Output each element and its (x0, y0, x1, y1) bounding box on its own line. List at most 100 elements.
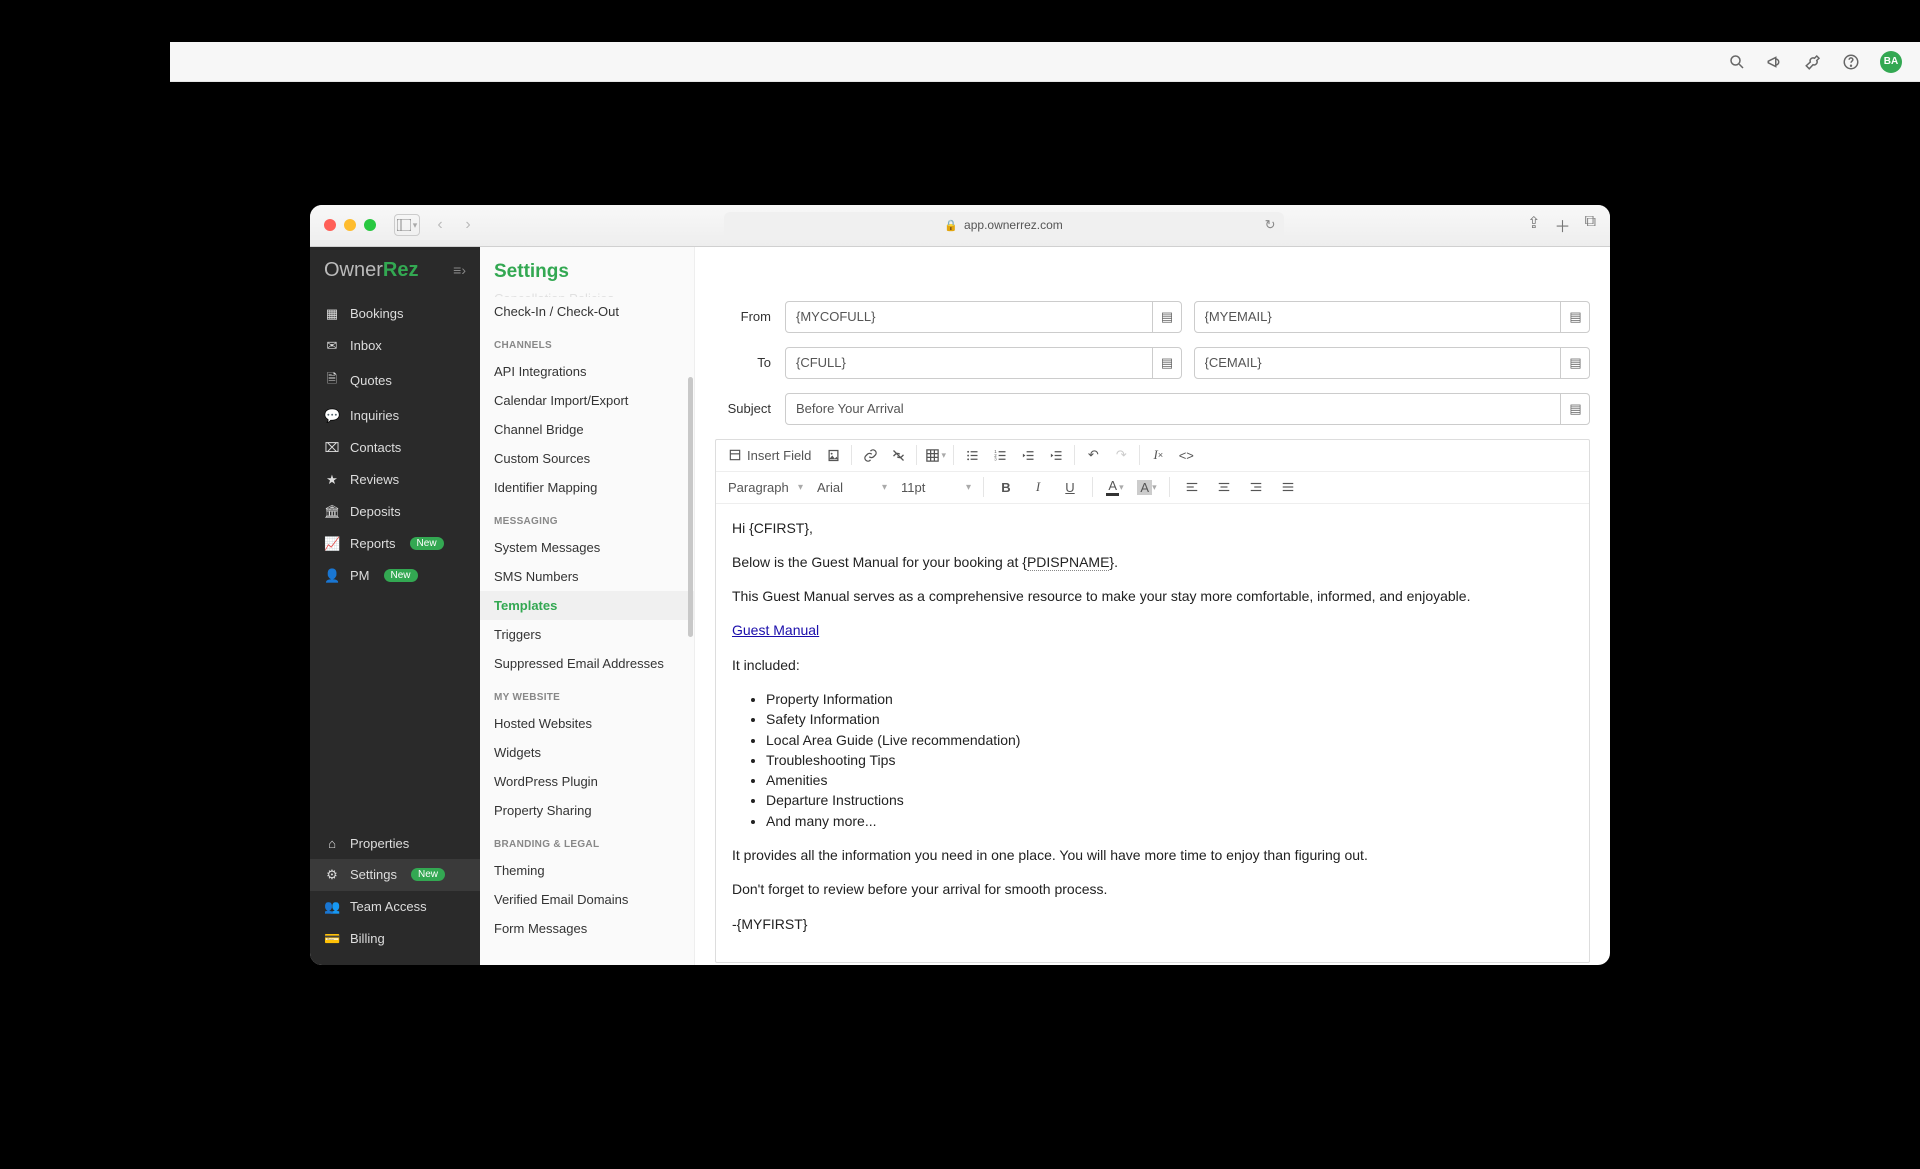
titlebar: ▾ ‹ › 🔒 app.ownerrez.com ↻ ⇪ ＋ ⧉ (310, 205, 1610, 247)
settings-item-channel-bridge[interactable]: Channel Bridge (480, 415, 694, 444)
settings-item-form-messages[interactable]: Form Messages (480, 914, 694, 943)
settings-item-sms-numbers[interactable]: SMS Numbers (480, 562, 694, 591)
nav-item-quotes[interactable]: 🗎Quotes (310, 362, 480, 400)
settings-item-wordpress-plugin[interactable]: WordPress Plugin (480, 767, 694, 796)
email-header-form: From ▤ ▤ To ▤ ▤ Subject ▤ (695, 287, 1610, 425)
nav-item-team-access[interactable]: 👥Team Access (310, 891, 480, 923)
team-icon: 👥 (324, 899, 340, 915)
font-size-select[interactable]: 11pt (895, 474, 975, 500)
bullet-list-icon[interactable] (958, 441, 986, 469)
settings-item-custom-sources[interactable]: Custom Sources (480, 444, 694, 473)
new-badge: New (410, 537, 444, 550)
redo-icon[interactable]: ↷ (1107, 441, 1135, 469)
brand-logo[interactable]: OwnerRez ≡› (310, 247, 480, 292)
settings-item-check-in-check-out[interactable]: Check-In / Check-Out (480, 297, 694, 326)
nav-item-pm[interactable]: 👤PMNew (310, 560, 480, 592)
browser-window: ▾ ‹ › 🔒 app.ownerrez.com ↻ ⇪ ＋ ⧉ OwnerRe… (310, 205, 1610, 965)
nav-item-deposits[interactable]: 🏛Deposits (310, 496, 480, 528)
nav-item-properties[interactable]: ⌂Properties (310, 828, 480, 859)
field-picker-icon[interactable]: ▤ (1152, 301, 1182, 333)
maximize-window-button[interactable] (364, 219, 376, 231)
numbered-list-icon[interactable]: 123 (986, 441, 1014, 469)
settings-item-cancellation-policies[interactable]: Cancellation Policies (480, 291, 694, 297)
settings-item-system-messages[interactable]: System Messages (480, 533, 694, 562)
clear-format-icon[interactable]: I× (1144, 441, 1172, 469)
table-icon[interactable]: ▾ (921, 441, 949, 469)
nav-item-billing[interactable]: 💳Billing (310, 923, 480, 955)
scrollbar-thumb[interactable] (688, 377, 693, 637)
nav-item-bookings[interactable]: ▦Bookings (310, 298, 480, 330)
to-name-input[interactable] (785, 347, 1182, 379)
menu-toggle-icon[interactable]: ≡› (453, 262, 466, 278)
editor-toolbar-2: Paragraph Arial 11pt B I U A▾ A▾ (716, 472, 1589, 504)
settings-item-property-sharing[interactable]: Property Sharing (480, 796, 694, 825)
field-picker-icon[interactable]: ▤ (1560, 301, 1590, 333)
editor-body[interactable]: Hi {CFIRST}, Below is the Guest Manual f… (716, 504, 1589, 962)
close-window-button[interactable] (324, 219, 336, 231)
field-picker-icon[interactable]: ▤ (1560, 393, 1590, 425)
from-name-input[interactable] (785, 301, 1182, 333)
underline-icon[interactable]: U (1056, 473, 1084, 501)
settings-item-suppressed-email-addresses[interactable]: Suppressed Email Addresses (480, 649, 694, 678)
chat-icon: 💬 (324, 408, 340, 424)
new-tab-icon[interactable]: ＋ (1555, 213, 1571, 237)
nav-item-inquiries[interactable]: 💬Inquiries (310, 400, 480, 432)
nav-item-reviews[interactable]: ★Reviews (310, 464, 480, 496)
guest-manual-link[interactable]: Guest Manual (732, 622, 819, 638)
list-item: Local Area Guide (Live recommendation) (766, 730, 1573, 750)
settings-item-api-integrations[interactable]: API Integrations (480, 357, 694, 386)
nav-item-settings[interactable]: ⚙SettingsNew (310, 859, 480, 891)
text-color-icon[interactable]: A▾ (1101, 473, 1129, 501)
url-bar[interactable]: 🔒 app.ownerrez.com ↻ (724, 212, 1284, 238)
minimize-window-button[interactable] (344, 219, 356, 231)
align-right-icon[interactable] (1242, 473, 1270, 501)
align-left-icon[interactable] (1178, 473, 1206, 501)
nav-item-inbox[interactable]: ✉Inbox (310, 330, 480, 362)
settings-title: Settings (480, 247, 694, 291)
insert-image-icon[interactable] (819, 441, 847, 469)
indent-icon[interactable] (1042, 441, 1070, 469)
settings-item-theming[interactable]: Theming (480, 856, 694, 885)
to-email-input[interactable] (1194, 347, 1591, 379)
list-item: Amenities (766, 770, 1573, 790)
nav-item-reports[interactable]: 📈ReportsNew (310, 528, 480, 560)
link-icon[interactable] (856, 441, 884, 469)
field-picker-icon[interactable]: ▤ (1152, 347, 1182, 379)
unlink-icon[interactable] (884, 441, 912, 469)
source-code-icon[interactable]: <> (1172, 441, 1200, 469)
settings-sidebar: Settings Cancellation PoliciesCheck-In /… (480, 247, 695, 965)
settings-item-widgets[interactable]: Widgets (480, 738, 694, 767)
settings-item-calendar-import-export[interactable]: Calendar Import/Export (480, 386, 694, 415)
settings-item-identifier-mapping[interactable]: Identifier Mapping (480, 473, 694, 502)
undo-icon[interactable]: ↶ (1079, 441, 1107, 469)
calendar-icon: ▦ (324, 306, 340, 322)
forward-button[interactable]: › (456, 214, 480, 236)
sidebar-toggle-icon[interactable]: ▾ (394, 214, 420, 236)
subject-input[interactable] (785, 393, 1590, 425)
insert-field-button[interactable]: Insert Field (720, 441, 819, 469)
settings-item-triggers[interactable]: Triggers (480, 620, 694, 649)
settings-section-header: BRANDING & LEGAL (480, 825, 694, 856)
font-select[interactable]: Arial (811, 474, 891, 500)
settings-item-hosted-websites[interactable]: Hosted Websites (480, 709, 694, 738)
bold-icon[interactable]: B (992, 473, 1020, 501)
align-justify-icon[interactable] (1274, 473, 1302, 501)
paragraph-select[interactable]: Paragraph (722, 474, 807, 500)
bank-icon: 🏛 (324, 504, 340, 520)
includes-list: Property InformationSafety InformationLo… (732, 689, 1573, 831)
from-email-input[interactable] (1194, 301, 1591, 333)
settings-item-verified-email-domains[interactable]: Verified Email Domains (480, 885, 694, 914)
outdent-icon[interactable] (1014, 441, 1042, 469)
highlight-color-icon[interactable]: A▾ (1133, 473, 1161, 501)
field-picker-icon[interactable]: ▤ (1560, 347, 1590, 379)
list-item: And many more... (766, 811, 1573, 831)
align-center-icon[interactable] (1210, 473, 1238, 501)
refresh-icon[interactable]: ↻ (1265, 217, 1276, 233)
settings-item-templates[interactable]: Templates (480, 591, 694, 620)
nav-arrows: ‹ › (428, 214, 480, 236)
share-icon[interactable]: ⇪ (1527, 213, 1540, 237)
nav-item-contacts[interactable]: ⌧Contacts (310, 432, 480, 464)
back-button[interactable]: ‹ (428, 214, 452, 236)
italic-icon[interactable]: I (1024, 473, 1052, 501)
tabs-icon[interactable]: ⧉ (1585, 213, 1596, 237)
